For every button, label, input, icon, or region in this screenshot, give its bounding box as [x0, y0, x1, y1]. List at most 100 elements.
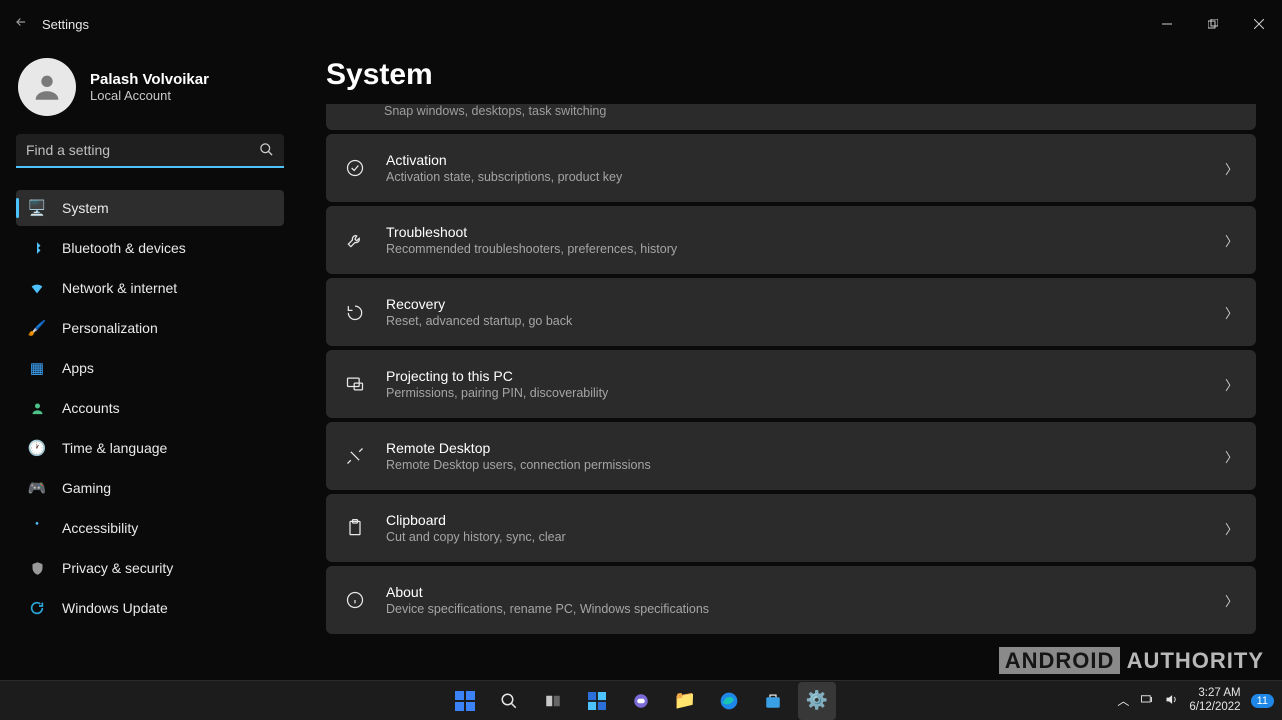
back-button[interactable] — [14, 15, 42, 34]
nav-label: Apps — [62, 360, 94, 376]
setting-remote-desktop[interactable]: Remote Desktop Remote Desktop users, con… — [326, 422, 1256, 490]
chevron-right-icon: 〉 — [1225, 519, 1238, 538]
update-icon — [28, 599, 46, 617]
taskbar-chat[interactable] — [622, 682, 660, 720]
tray-chevron-icon[interactable]: ︿ — [1117, 692, 1129, 709]
setting-sub: Cut and copy history, sync, clear — [386, 530, 1205, 544]
brush-icon: 🖌️ — [28, 319, 46, 337]
setting-title: About — [386, 584, 1205, 600]
setting-title: Troubleshoot — [386, 224, 1205, 240]
clipboard-icon — [344, 518, 366, 538]
nav-accounts[interactable]: Accounts — [16, 390, 284, 426]
taskbar-search[interactable] — [490, 682, 528, 720]
taskbar-right: ︿ 3:27 AM 6/12/2022 11 — [1117, 687, 1282, 715]
taskbar-store[interactable] — [754, 682, 792, 720]
nav-label: Personalization — [62, 320, 158, 336]
watermark: ANDROID AUTHORITY — [999, 648, 1264, 674]
search-icon — [259, 142, 274, 162]
user-profile[interactable]: Palash Volvoikar Local Account — [16, 58, 284, 116]
search-input[interactable] — [16, 134, 284, 168]
bluetooth-icon — [28, 239, 46, 257]
nav-windows-update[interactable]: Windows Update — [16, 590, 284, 626]
setting-projecting[interactable]: Projecting to this PC Permissions, pairi… — [326, 350, 1256, 418]
wifi-icon — [28, 279, 46, 297]
tray-network-icon[interactable] — [1139, 692, 1154, 710]
recovery-icon — [344, 302, 366, 322]
chevron-right-icon: 〉 — [1225, 159, 1238, 178]
nav-network[interactable]: Network & internet — [16, 270, 284, 306]
page-title: System — [326, 58, 1256, 92]
content-area: Palash Volvoikar Local Account 🖥️ System… — [0, 48, 1282, 680]
taskbar-center: 📁 ⚙️ — [446, 682, 836, 720]
nav-gaming[interactable]: 🎮 Gaming — [16, 470, 284, 506]
user-name: Palash Volvoikar — [90, 71, 209, 88]
taskbar-datetime[interactable]: 3:27 AM 6/12/2022 — [1189, 687, 1240, 715]
info-icon — [344, 590, 366, 610]
setting-multitasking-cut[interactable]: Snap windows, desktops, task switching — [326, 104, 1256, 130]
titlebar: Settings — [0, 0, 1282, 48]
nav-accessibility[interactable]: Accessibility — [16, 510, 284, 546]
activation-icon — [344, 158, 366, 178]
taskbar-widgets[interactable] — [578, 682, 616, 720]
nav-bluetooth[interactable]: Bluetooth & devices — [16, 230, 284, 266]
nav-system[interactable]: 🖥️ System — [16, 190, 284, 226]
nav-personalization[interactable]: 🖌️ Personalization — [16, 310, 284, 346]
setting-title: Clipboard — [386, 512, 1205, 528]
minimize-button[interactable] — [1144, 8, 1190, 40]
chevron-right-icon: 〉 — [1225, 447, 1238, 466]
start-button[interactable] — [446, 682, 484, 720]
sidebar: Palash Volvoikar Local Account 🖥️ System… — [0, 48, 300, 680]
taskbar-edge[interactable] — [710, 682, 748, 720]
setting-sub: Permissions, pairing PIN, discoverabilit… — [386, 386, 1205, 400]
nav: 🖥️ System Bluetooth & devices Network & … — [16, 190, 284, 626]
setting-sub: Device specifications, rename PC, Window… — [386, 602, 1205, 616]
taskbar-task-view[interactable] — [534, 682, 572, 720]
accessibility-icon — [28, 519, 46, 537]
setting-sub: Activation state, subscriptions, product… — [386, 170, 1205, 184]
person-icon — [28, 399, 46, 417]
maximize-button[interactable] — [1190, 8, 1236, 40]
nav-apps[interactable]: ▦ Apps — [16, 350, 284, 386]
setting-clipboard[interactable]: Clipboard Cut and copy history, sync, cl… — [326, 494, 1256, 562]
nav-privacy[interactable]: Privacy & security — [16, 550, 284, 586]
setting-about[interactable]: About Device specifications, rename PC, … — [326, 566, 1256, 634]
setting-title: Activation — [386, 152, 1205, 168]
nav-label: Windows Update — [62, 600, 168, 616]
nav-label: Time & language — [62, 440, 167, 456]
chevron-right-icon: 〉 — [1225, 231, 1238, 250]
notification-badge[interactable]: 11 — [1251, 694, 1274, 708]
nav-label: Network & internet — [62, 280, 177, 296]
close-button[interactable] — [1236, 8, 1282, 40]
setting-title: Projecting to this PC — [386, 368, 1205, 384]
taskbar-explorer[interactable]: 📁 — [666, 682, 704, 720]
shield-icon — [28, 559, 46, 577]
nav-label: Bluetooth & devices — [62, 240, 186, 256]
user-account-type: Local Account — [90, 88, 209, 103]
apps-icon: ▦ — [28, 359, 46, 377]
main-panel: System Snap windows, desktops, task swit… — [300, 48, 1282, 680]
clock-icon: 🕐 — [28, 439, 46, 457]
tray-volume-icon[interactable] — [1164, 692, 1179, 710]
taskbar-settings[interactable]: ⚙️ — [798, 682, 836, 720]
taskbar: 📁 ⚙️ ︿ 3:27 AM 6/12/2022 11 — [0, 680, 1282, 720]
watermark-b: AUTHORITY — [1127, 648, 1264, 673]
gamepad-icon: 🎮 — [28, 479, 46, 497]
settings-list: Snap windows, desktops, task switching A… — [326, 104, 1256, 634]
setting-sub: Reset, advanced startup, go back — [386, 314, 1205, 328]
setting-recovery[interactable]: Recovery Reset, advanced startup, go bac… — [326, 278, 1256, 346]
setting-troubleshoot[interactable]: Troubleshoot Recommended troubleshooters… — [326, 206, 1256, 274]
chevron-right-icon: 〉 — [1225, 375, 1238, 394]
projecting-icon — [344, 374, 366, 394]
setting-activation[interactable]: Activation Activation state, subscriptio… — [326, 134, 1256, 202]
nav-label: Privacy & security — [62, 560, 173, 576]
setting-title: Recovery — [386, 296, 1205, 312]
nav-label: System — [62, 200, 109, 216]
wrench-icon — [344, 230, 366, 250]
remote-desktop-icon — [344, 446, 366, 466]
setting-sub: Remote Desktop users, connection permiss… — [386, 458, 1205, 472]
setting-sub: Snap windows, desktops, task switching — [384, 104, 606, 118]
nav-time-language[interactable]: 🕐 Time & language — [16, 430, 284, 466]
search-wrap — [16, 134, 284, 168]
window-title: Settings — [42, 17, 89, 32]
chevron-right-icon: 〉 — [1225, 303, 1238, 322]
